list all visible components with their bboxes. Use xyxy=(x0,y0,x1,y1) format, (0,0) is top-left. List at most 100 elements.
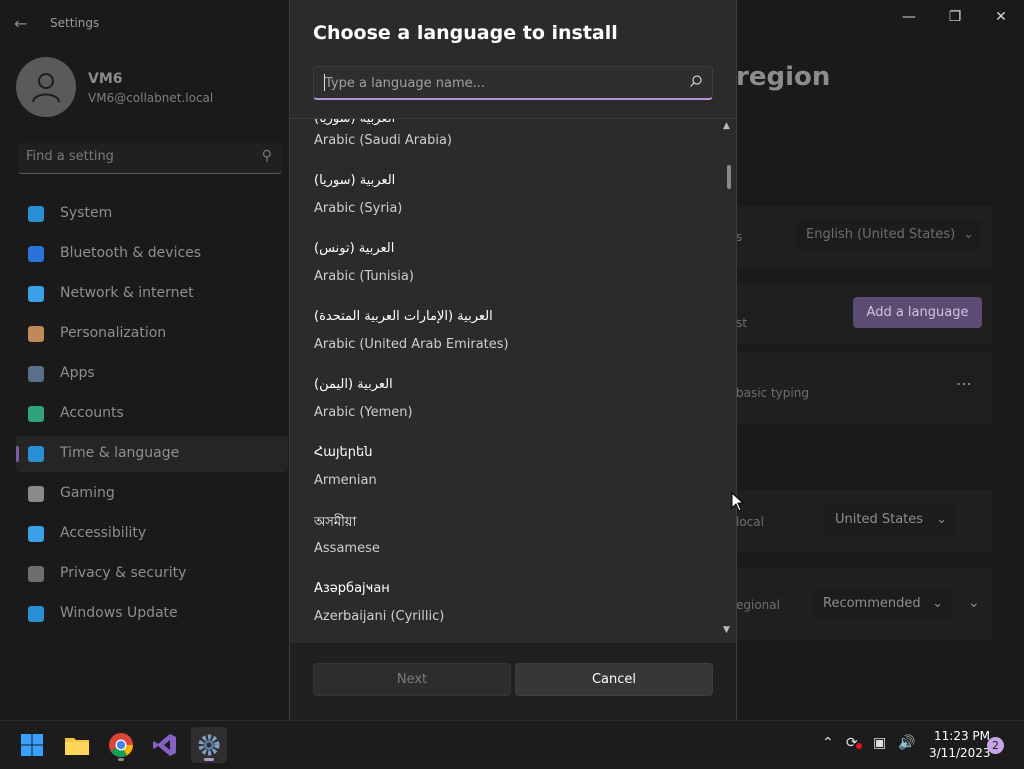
find-setting-input[interactable]: Find a setting ⚲ xyxy=(18,143,282,174)
sidebar-item-label: Apps xyxy=(60,365,95,381)
language-features-fragment: basic typing xyxy=(736,386,809,400)
avatar[interactable] xyxy=(16,57,76,117)
language-item[interactable]: العربية (تونس) Arabic (Tunisia) xyxy=(314,241,714,309)
language-item[interactable]: অসমীয়া Assamese xyxy=(314,513,714,581)
visual-studio-icon xyxy=(153,734,176,756)
running-indicator xyxy=(118,758,124,761)
language-item[interactable]: العربية (سوريا) Arabic (Syria) xyxy=(314,173,714,241)
user-name: VM6 xyxy=(88,71,123,87)
find-setting-placeholder: Find a setting xyxy=(26,149,114,164)
sidebar-item-label: Accounts xyxy=(60,405,124,421)
error-dot xyxy=(856,743,862,749)
scroll-down-arrow-icon[interactable]: ▼ xyxy=(723,625,730,635)
language-english-name: Arabic (United Arab Emirates) xyxy=(314,337,509,352)
cancel-button[interactable]: Cancel xyxy=(515,663,713,696)
regional-format-value: Recommended xyxy=(823,596,921,611)
sidebar-item-label: Windows Update xyxy=(60,605,178,621)
chrome-icon xyxy=(109,733,133,758)
language-item[interactable]: العربية (الإمارات العربية المتحدة) Arabi… xyxy=(314,309,714,377)
sidebar-item-personalization[interactable]: Personalization xyxy=(16,316,288,352)
language-item[interactable]: العربية (اليمن) Arabic (Yemen) xyxy=(314,377,714,445)
language-native-name: العربية (سوريا) xyxy=(314,173,396,188)
accounts-icon xyxy=(28,406,44,422)
notification-badge[interactable]: 2 xyxy=(987,737,1004,754)
language-native-name: العربية (الإمارات العربية المتحدة) xyxy=(314,309,493,324)
regional-format-label-fragment: egional xyxy=(736,598,780,612)
sidebar-item-windows-update[interactable]: Windows Update xyxy=(16,596,288,632)
page-title-fragment: region xyxy=(736,62,831,92)
language-native-name-cut-off: العربية (سوريا) xyxy=(314,118,396,126)
active-app-indicator xyxy=(204,758,214,761)
more-options-icon[interactable]: ⋯ xyxy=(956,374,972,393)
update-icon xyxy=(28,606,44,622)
sidebar-item-label: System xyxy=(60,205,113,221)
country-dropdown[interactable]: United States ⌄ xyxy=(825,505,955,535)
language-english-name: Azerbaijani (Cyrillic) xyxy=(314,609,445,624)
brush-icon xyxy=(28,326,44,342)
bluetooth-icon xyxy=(28,246,44,262)
sidebar-item-label: Privacy & security xyxy=(60,565,187,581)
language-english-name: Assamese xyxy=(314,541,380,556)
file-explorer-button[interactable] xyxy=(59,727,95,763)
sidebar-item-network[interactable]: Network & internet xyxy=(16,276,288,312)
display-language-dropdown[interactable]: English (United States) ⌄ xyxy=(796,220,982,250)
expand-chevron-icon[interactable]: ⌄ xyxy=(968,595,980,611)
maximize-button[interactable]: ❐ xyxy=(932,6,978,28)
scroll-up-arrow-icon[interactable]: ▲ xyxy=(723,121,730,131)
language-english-name: Arabic (Tunisia) xyxy=(314,269,414,284)
folder-icon xyxy=(65,738,89,755)
settings-taskbar-button[interactable] xyxy=(191,727,227,763)
system-icon xyxy=(28,206,44,222)
dialog-title: Choose a language to install xyxy=(313,22,618,44)
app-title: Settings xyxy=(50,16,100,30)
next-button[interactable]: Next xyxy=(313,663,511,696)
sidebar-item-accessibility[interactable]: Accessibility xyxy=(16,516,288,552)
scrollbar-thumb[interactable] xyxy=(727,165,731,189)
back-arrow-icon[interactable]: ← xyxy=(14,14,34,34)
sidebar-item-time-language[interactable]: Time & language xyxy=(16,436,288,472)
regional-format-dropdown[interactable]: Recommended ⌄ xyxy=(813,589,951,619)
language-native-name: العربية (تونس) xyxy=(314,241,395,256)
mouse-pointer-icon xyxy=(731,492,745,512)
add-language-button[interactable]: Add a language xyxy=(853,297,982,328)
clock-time[interactable]: 11:23 PM xyxy=(934,729,990,743)
close-button[interactable]: ✕ xyxy=(978,6,1024,28)
sidebar-item-label: Personalization xyxy=(60,325,167,341)
sidebar-item-bluetooth[interactable]: Bluetooth & devices xyxy=(16,236,288,272)
language-item[interactable]: Հայերեն Armenian xyxy=(314,445,714,513)
taskbar: ⌃ ⟳ ▣ 🔊 11:23 PM 3/11/2023 2 xyxy=(0,720,1024,769)
chevron-down-icon: ⌄ xyxy=(932,596,943,611)
sidebar-item-apps[interactable]: Apps xyxy=(16,356,288,392)
country-value: United States xyxy=(835,512,924,527)
sidebar-item-privacy[interactable]: Privacy & security xyxy=(16,556,288,592)
sidebar-item-label: Bluetooth & devices xyxy=(60,245,202,261)
wifi-icon xyxy=(28,286,44,302)
shield-icon xyxy=(28,566,44,582)
network-icon[interactable]: ▣ xyxy=(873,735,886,751)
sidebar-item-accounts[interactable]: Accounts xyxy=(16,396,288,432)
visual-studio-button[interactable] xyxy=(147,727,183,763)
sidebar-item-label: Gaming xyxy=(60,485,115,501)
choose-language-dialog: Choose a language to install العربية (سو… xyxy=(289,0,737,720)
sidebar-item-label: Network & internet xyxy=(60,285,194,301)
language-list[interactable]: العربية (سوريا) Arabic (Saudi Arabia) ال… xyxy=(290,118,736,644)
clock-date[interactable]: 3/11/2023 xyxy=(929,746,991,760)
sync-icon[interactable]: ⟳ xyxy=(846,735,862,751)
accessibility-icon xyxy=(28,526,44,542)
sidebar-item-system[interactable]: System xyxy=(16,196,288,232)
language-search-input[interactable] xyxy=(323,73,677,93)
user-icon xyxy=(32,73,60,103)
display-language-value: English (United States) xyxy=(806,227,956,242)
language-english-name: Arabic (Saudi Arabia) xyxy=(314,133,452,148)
show-hidden-icons-chevron-icon[interactable]: ⌃ xyxy=(822,735,834,751)
start-button[interactable] xyxy=(14,727,50,763)
language-native-name: Азәрбајҹан xyxy=(314,581,390,596)
language-item[interactable]: Азәрбајҹан Azerbaijani (Cyrillic) xyxy=(314,581,714,643)
chrome-button[interactable] xyxy=(103,727,139,763)
sidebar-item-gaming[interactable]: Gaming xyxy=(16,476,288,512)
language-native-name: Հայերեն xyxy=(314,445,373,460)
minimize-button[interactable]: — xyxy=(886,6,932,28)
language-english-name: Arabic (Syria) xyxy=(314,201,403,216)
volume-icon[interactable]: 🔊 xyxy=(898,735,915,751)
language-english-name: Armenian xyxy=(314,473,377,488)
